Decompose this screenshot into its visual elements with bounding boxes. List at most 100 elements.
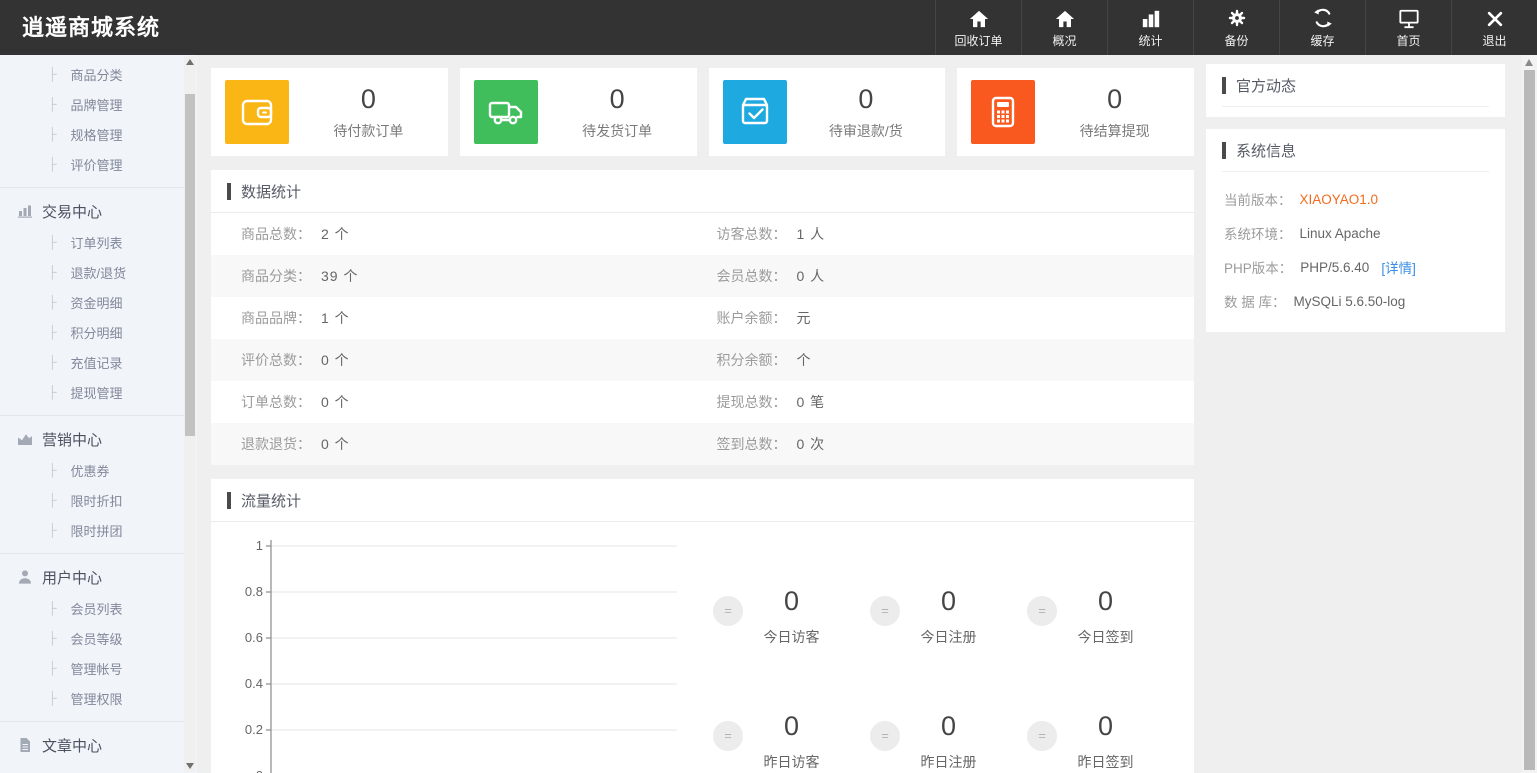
scroll-up-arrow-icon[interactable] bbox=[186, 59, 194, 65]
php-detail-link[interactable]: [详情] bbox=[1381, 257, 1416, 277]
sidebar-item-coupon[interactable]: ├优惠券 bbox=[0, 455, 185, 485]
refresh-icon bbox=[1312, 7, 1334, 29]
svg-text:0.4: 0.4 bbox=[245, 676, 263, 691]
counter-today-registrations: = 0今日注册 bbox=[870, 586, 1027, 647]
sidebar-scrollbar[interactable] bbox=[184, 56, 196, 772]
stat-row: 订单总数：0 个 提现总数：0 笔 bbox=[211, 381, 1194, 423]
sidebar-item-fund-detail[interactable]: ├资金明细 bbox=[0, 287, 185, 317]
nav-homepage[interactable]: 首页 bbox=[1365, 0, 1451, 55]
pending-shipment-count: 0 bbox=[538, 84, 697, 115]
sidebar-group-goods: ├商品分类 ├品牌管理 ├规格管理 ├评价管理 bbox=[0, 59, 185, 179]
equals-circle-icon: = bbox=[713, 721, 743, 751]
sidebar-group-trade: 交易中心 ├订单列表 ├退款/退货 ├资金明细 ├积分明细 ├充值记录 ├提现管… bbox=[0, 187, 185, 407]
top-nav: 回收订单 概况 统计 备份 缓存 首页 退出 bbox=[935, 0, 1537, 55]
counter-yesterday-checkins: = 0昨日签到 bbox=[1027, 711, 1184, 772]
scroll-down-arrow-icon[interactable] bbox=[186, 763, 194, 769]
nav-overview[interactable]: 概况 bbox=[1021, 0, 1107, 55]
branch-glyph: ├ bbox=[48, 631, 57, 645]
nav-statistics[interactable]: 统计 bbox=[1107, 0, 1193, 55]
nav-backup[interactable]: 备份 bbox=[1193, 0, 1279, 55]
pending-refund-count: 0 bbox=[787, 84, 946, 115]
system-info-php-row: PHP版本： PHP/5.6.40 [详情] bbox=[1206, 250, 1505, 284]
branch-glyph: ├ bbox=[48, 67, 57, 81]
branch-glyph: ├ bbox=[48, 691, 57, 705]
sidebar-item-points-detail[interactable]: ├积分明细 bbox=[0, 317, 185, 347]
calculator-icon bbox=[971, 80, 1035, 144]
sidebar-section-marketing-center[interactable]: 营销中心 bbox=[0, 424, 185, 454]
branch-glyph: ├ bbox=[48, 601, 57, 615]
sidebar-item-goods-category[interactable]: ├商品分类 bbox=[0, 59, 185, 89]
counter-yesterday-visitors: = 0昨日访客 bbox=[713, 711, 870, 772]
card-pending-payment[interactable]: 0 待付款订单 bbox=[211, 68, 448, 156]
system-info-env-row: 系统环境： Linux Apache bbox=[1206, 216, 1505, 250]
gear-icon bbox=[1226, 7, 1248, 29]
equals-circle-icon: = bbox=[870, 596, 900, 626]
branch-glyph: ├ bbox=[48, 463, 57, 477]
monitor-icon bbox=[1398, 7, 1420, 29]
sidebar-section-user-center[interactable]: 用户中心 bbox=[0, 562, 185, 592]
branch-glyph: ├ bbox=[48, 523, 57, 537]
nav-logout[interactable]: 退出 bbox=[1451, 0, 1537, 55]
nav-recycle-orders[interactable]: 回收订单 bbox=[935, 0, 1021, 55]
wallet-icon bbox=[225, 80, 289, 144]
sidebar-item-member-level[interactable]: ├会员等级 bbox=[0, 623, 185, 653]
sidebar-item-refund-return[interactable]: ├退款/退货 bbox=[0, 257, 185, 287]
sidebar-group-article: 文章中心 bbox=[0, 721, 185, 760]
page-scrollbar[interactable] bbox=[1522, 55, 1537, 773]
sidebar-group-user: 用户中心 ├会员列表 ├会员等级 ├管理帐号 ├管理权限 bbox=[0, 553, 185, 713]
title-accent-bar bbox=[1222, 142, 1226, 159]
sidebar-item-admin-permission[interactable]: ├管理权限 bbox=[0, 683, 185, 713]
trend-chart-icon bbox=[17, 431, 33, 447]
stat-row: 商品品牌：1 个 账户余额：元 bbox=[211, 297, 1194, 339]
data-stats-rows: 商品总数：2 个 访客总数：1 人 商品分类：39 个 会员总数：0 人 商品品… bbox=[211, 213, 1194, 465]
sidebar-item-withdraw-manage[interactable]: ├提现管理 bbox=[0, 377, 185, 407]
card-pending-shipment[interactable]: 0 待发货订单 bbox=[460, 68, 697, 156]
box-check-icon bbox=[723, 80, 787, 144]
sidebar-item-admin-account[interactable]: ├管理帐号 bbox=[0, 653, 185, 683]
close-icon bbox=[1485, 7, 1505, 29]
svg-text:0: 0 bbox=[256, 768, 263, 773]
sidebar-item-flash-discount[interactable]: ├限时折扣 bbox=[0, 485, 185, 515]
counter-yesterday-registrations: = 0昨日注册 bbox=[870, 711, 1027, 772]
sidebar-section-trade-center[interactable]: 交易中心 bbox=[0, 196, 185, 226]
traffic-counters: = 0今日访客 = 0今日注册 = 0今日签到 = 0昨日访客 bbox=[713, 536, 1194, 773]
equals-circle-icon: = bbox=[1027, 721, 1057, 751]
sidebar-item-group-buy[interactable]: ├限时拼团 bbox=[0, 515, 185, 545]
system-info-panel: 系统信息 当前版本： XIAOYAO1.0 系统环境： Linux Apache… bbox=[1206, 129, 1505, 332]
title-accent-bar bbox=[1222, 77, 1226, 94]
official-news-panel: 官方动态 bbox=[1206, 64, 1505, 117]
title-accent-bar bbox=[227, 492, 231, 509]
summary-cards: 0 待付款订单 0 待发货订单 0 待审退款/货 bbox=[211, 68, 1194, 156]
card-pending-settlement[interactable]: 0 待结算提现 bbox=[957, 68, 1194, 156]
stat-row: 退款退货：0 个 签到总数：0 次 bbox=[211, 423, 1194, 465]
current-version-value[interactable]: XIAOYAO1.0 bbox=[1300, 192, 1379, 207]
sidebar-item-brand-manage[interactable]: ├品牌管理 bbox=[0, 89, 185, 119]
nav-cache[interactable]: 缓存 bbox=[1279, 0, 1365, 55]
sidebar-item-spec-manage[interactable]: ├规格管理 bbox=[0, 119, 185, 149]
card-pending-refund-review[interactable]: 0 待审退款/货 bbox=[709, 68, 946, 156]
sidebar-scrollbar-thumb[interactable] bbox=[185, 94, 195, 436]
bar-chart-icon bbox=[1140, 7, 1162, 29]
svg-text:0.8: 0.8 bbox=[245, 584, 263, 599]
sidebar-item-review-manage[interactable]: ├评价管理 bbox=[0, 149, 185, 179]
stat-row: 评价总数：0 个 积分余额：个 bbox=[211, 339, 1194, 381]
system-info-db-row: 数 据 库： MySQLi 5.6.50-log bbox=[1206, 284, 1505, 318]
branch-glyph: ├ bbox=[48, 355, 57, 369]
sidebar-item-member-list[interactable]: ├会员列表 bbox=[0, 593, 185, 623]
branch-glyph: ├ bbox=[48, 325, 57, 339]
user-icon bbox=[17, 569, 33, 585]
system-info-title: 系统信息 bbox=[1236, 140, 1296, 161]
sidebar-section-article-center[interactable]: 文章中心 bbox=[0, 730, 185, 760]
sidebar-item-order-list[interactable]: ├订单列表 bbox=[0, 227, 185, 257]
system-info-version-row: 当前版本： XIAOYAO1.0 bbox=[1206, 182, 1505, 216]
main-content: 0 待付款订单 0 待发货订单 0 待审退款/货 bbox=[211, 55, 1194, 773]
branch-glyph: ├ bbox=[48, 295, 57, 309]
app-title: 逍遥商城系统 bbox=[0, 0, 160, 55]
scroll-up-arrow-icon[interactable] bbox=[1525, 59, 1533, 66]
equals-circle-icon: = bbox=[713, 596, 743, 626]
sidebar-item-recharge-record[interactable]: ├充值记录 bbox=[0, 347, 185, 377]
branch-glyph: ├ bbox=[48, 235, 57, 249]
branch-glyph: ├ bbox=[48, 97, 57, 111]
page-scrollbar-thumb[interactable] bbox=[1524, 70, 1535, 770]
branch-glyph: ├ bbox=[48, 661, 57, 675]
